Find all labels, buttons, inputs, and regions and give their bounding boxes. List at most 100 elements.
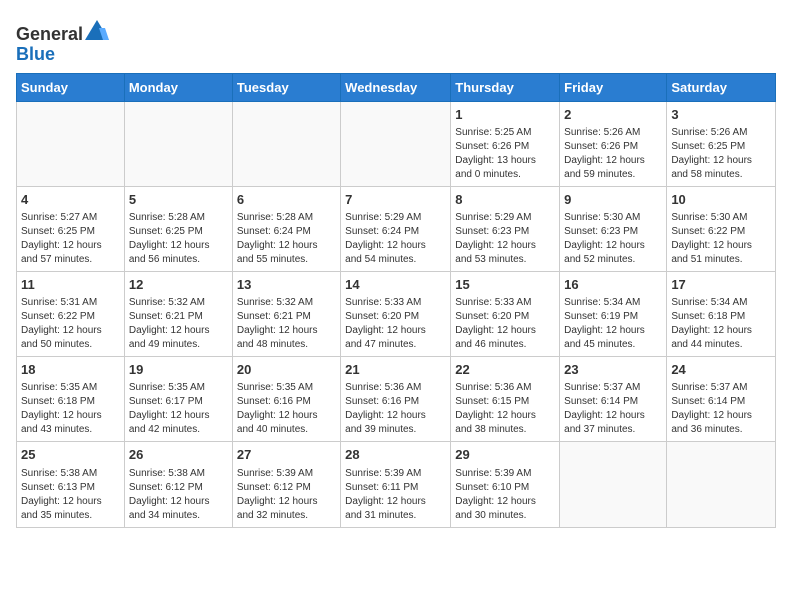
day-info: Sunrise: 5:39 AM Sunset: 6:11 PM Dayligh… — [345, 467, 446, 523]
calendar-cell: 9 Sunrise: 5:30 AM Sunset: 6:23 PM Daylig… — [560, 186, 667, 271]
calendar-cell: 5 Sunrise: 5:28 AM Sunset: 6:25 PM Daylig… — [124, 186, 232, 271]
calendar-cell: 23 Sunrise: 5:37 AM Sunset: 6:14 PM Dayli… — [560, 357, 667, 442]
calendar-cell: 4 Sunrise: 5:27 AM Sunset: 6:25 PM Daylig… — [17, 186, 125, 271]
calendar-cell: 19 Sunrise: 5:35 AM Sunset: 6:17 PM Dayli… — [124, 357, 232, 442]
day-number: 19 — [129, 361, 228, 379]
day-info: Sunrise: 5:30 AM Sunset: 6:22 PM Dayligh… — [671, 211, 771, 267]
calendar-cell: 7 Sunrise: 5:29 AM Sunset: 6:24 PM Daylig… — [341, 186, 451, 271]
calendar-cell: 1Sunrise: 5:25 AM Sunset: 6:26 PM Daylig… — [451, 101, 560, 186]
calendar-cell: 28 Sunrise: 5:39 AM Sunset: 6:11 PM Dayli… — [341, 442, 451, 527]
calendar-cell — [124, 101, 232, 186]
calendar-cell — [341, 101, 451, 186]
day-info: Sunrise: 5:39 AM Sunset: 6:12 PM Dayligh… — [237, 467, 336, 523]
day-number: 15 — [455, 276, 555, 294]
calendar-cell: 8 Sunrise: 5:29 AM Sunset: 6:23 PM Daylig… — [451, 186, 560, 271]
day-header-tuesday: Tuesday — [232, 73, 340, 101]
day-header-thursday: Thursday — [451, 73, 560, 101]
calendar-cell: 20 Sunrise: 5:35 AM Sunset: 6:16 PM Dayli… — [232, 357, 340, 442]
day-info: Sunrise: 5:26 AM Sunset: 6:25 PM Dayligh… — [671, 126, 771, 182]
day-number: 8 — [455, 191, 555, 209]
calendar-cell: 6 Sunrise: 5:28 AM Sunset: 6:24 PM Daylig… — [232, 186, 340, 271]
calendar-cell — [232, 101, 340, 186]
day-number: 2 — [564, 106, 662, 124]
day-info: Sunrise: 5:34 AM Sunset: 6:19 PM Dayligh… — [564, 296, 662, 352]
day-info: Sunrise: 5:34 AM Sunset: 6:18 PM Dayligh… — [671, 296, 771, 352]
calendar-cell: 29 Sunrise: 5:39 AM Sunset: 6:10 PM Dayli… — [451, 442, 560, 527]
day-number: 9 — [564, 191, 662, 209]
day-number: 4 — [21, 191, 120, 209]
week-row-4: 18 Sunrise: 5:35 AM Sunset: 6:18 PM Dayli… — [17, 357, 776, 442]
day-header-sunday: Sunday — [17, 73, 125, 101]
day-number: 21 — [345, 361, 446, 379]
calendar-cell: 2Sunrise: 5:26 AM Sunset: 6:26 PM Daylig… — [560, 101, 667, 186]
day-info: Sunrise: 5:36 AM Sunset: 6:16 PM Dayligh… — [345, 381, 446, 437]
day-info: Sunrise: 5:35 AM Sunset: 6:18 PM Dayligh… — [21, 381, 120, 437]
calendar-cell: 15 Sunrise: 5:33 AM Sunset: 6:20 PM Dayli… — [451, 271, 560, 356]
day-header-monday: Monday — [124, 73, 232, 101]
day-number: 6 — [237, 191, 336, 209]
logo-icon — [85, 20, 109, 40]
calendar-cell: 22 Sunrise: 5:36 AM Sunset: 6:15 PM Dayli… — [451, 357, 560, 442]
day-number: 25 — [21, 446, 120, 464]
day-info: Sunrise: 5:27 AM Sunset: 6:25 PM Dayligh… — [21, 211, 120, 267]
logo-blue: Blue — [16, 44, 55, 64]
calendar-cell: 11Sunrise: 5:31 AM Sunset: 6:22 PM Dayli… — [17, 271, 125, 356]
day-info: Sunrise: 5:33 AM Sunset: 6:20 PM Dayligh… — [455, 296, 555, 352]
day-number: 10 — [671, 191, 771, 209]
calendar-cell: 17 Sunrise: 5:34 AM Sunset: 6:18 PM Dayli… — [667, 271, 776, 356]
day-number: 20 — [237, 361, 336, 379]
day-info: Sunrise: 5:37 AM Sunset: 6:14 PM Dayligh… — [564, 381, 662, 437]
day-number: 18 — [21, 361, 120, 379]
day-header-friday: Friday — [560, 73, 667, 101]
day-info: Sunrise: 5:28 AM Sunset: 6:24 PM Dayligh… — [237, 211, 336, 267]
day-number: 5 — [129, 191, 228, 209]
day-number: 24 — [671, 361, 771, 379]
day-info: Sunrise: 5:29 AM Sunset: 6:24 PM Dayligh… — [345, 211, 446, 267]
day-number: 23 — [564, 361, 662, 379]
day-number: 12 — [129, 276, 228, 294]
day-number: 28 — [345, 446, 446, 464]
day-info: Sunrise: 5:33 AM Sunset: 6:20 PM Dayligh… — [345, 296, 446, 352]
day-number: 14 — [345, 276, 446, 294]
calendar-header-row: SundayMondayTuesdayWednesdayThursdayFrid… — [17, 73, 776, 101]
day-info: Sunrise: 5:32 AM Sunset: 6:21 PM Dayligh… — [129, 296, 228, 352]
calendar-cell: 24 Sunrise: 5:37 AM Sunset: 6:14 PM Dayli… — [667, 357, 776, 442]
day-number: 17 — [671, 276, 771, 294]
calendar-cell: 18 Sunrise: 5:35 AM Sunset: 6:18 PM Dayli… — [17, 357, 125, 442]
day-number: 7 — [345, 191, 446, 209]
day-info: Sunrise: 5:38 AM Sunset: 6:13 PM Dayligh… — [21, 467, 120, 523]
day-info: Sunrise: 5:35 AM Sunset: 6:17 PM Dayligh… — [129, 381, 228, 437]
day-number: 22 — [455, 361, 555, 379]
day-info: Sunrise: 5:39 AM Sunset: 6:10 PM Dayligh… — [455, 467, 555, 523]
calendar-cell — [560, 442, 667, 527]
day-info: Sunrise: 5:32 AM Sunset: 6:21 PM Dayligh… — [237, 296, 336, 352]
day-info: Sunrise: 5:28 AM Sunset: 6:25 PM Dayligh… — [129, 211, 228, 267]
day-info: Sunrise: 5:36 AM Sunset: 6:15 PM Dayligh… — [455, 381, 555, 437]
day-info: Sunrise: 5:38 AM Sunset: 6:12 PM Dayligh… — [129, 467, 228, 523]
calendar-cell: 3Sunrise: 5:26 AM Sunset: 6:25 PM Daylig… — [667, 101, 776, 186]
day-header-wednesday: Wednesday — [341, 73, 451, 101]
calendar-cell: 25 Sunrise: 5:38 AM Sunset: 6:13 PM Dayli… — [17, 442, 125, 527]
day-info: Sunrise: 5:31 AM Sunset: 6:22 PM Dayligh… — [21, 296, 120, 352]
calendar-cell: 14 Sunrise: 5:33 AM Sunset: 6:20 PM Dayli… — [341, 271, 451, 356]
calendar-cell: 12 Sunrise: 5:32 AM Sunset: 6:21 PM Dayli… — [124, 271, 232, 356]
day-info: Sunrise: 5:37 AM Sunset: 6:14 PM Dayligh… — [671, 381, 771, 437]
calendar-cell: 27 Sunrise: 5:39 AM Sunset: 6:12 PM Dayli… — [232, 442, 340, 527]
calendar-cell: 16Sunrise: 5:34 AM Sunset: 6:19 PM Dayli… — [560, 271, 667, 356]
calendar-cell: 26 Sunrise: 5:38 AM Sunset: 6:12 PM Dayli… — [124, 442, 232, 527]
day-info: Sunrise: 5:35 AM Sunset: 6:16 PM Dayligh… — [237, 381, 336, 437]
calendar-cell: 13 Sunrise: 5:32 AM Sunset: 6:21 PM Dayli… — [232, 271, 340, 356]
day-number: 29 — [455, 446, 555, 464]
calendar-cell: 21 Sunrise: 5:36 AM Sunset: 6:16 PM Dayli… — [341, 357, 451, 442]
week-row-3: 11Sunrise: 5:31 AM Sunset: 6:22 PM Dayli… — [17, 271, 776, 356]
logo: General Blue — [16, 20, 109, 65]
week-row-2: 4 Sunrise: 5:27 AM Sunset: 6:25 PM Daylig… — [17, 186, 776, 271]
day-info: Sunrise: 5:30 AM Sunset: 6:23 PM Dayligh… — [564, 211, 662, 267]
day-number: 13 — [237, 276, 336, 294]
day-number: 26 — [129, 446, 228, 464]
day-number: 27 — [237, 446, 336, 464]
calendar-cell — [667, 442, 776, 527]
day-number: 1 — [455, 106, 555, 124]
day-info: Sunrise: 5:29 AM Sunset: 6:23 PM Dayligh… — [455, 211, 555, 267]
logo-general: General — [16, 24, 83, 44]
